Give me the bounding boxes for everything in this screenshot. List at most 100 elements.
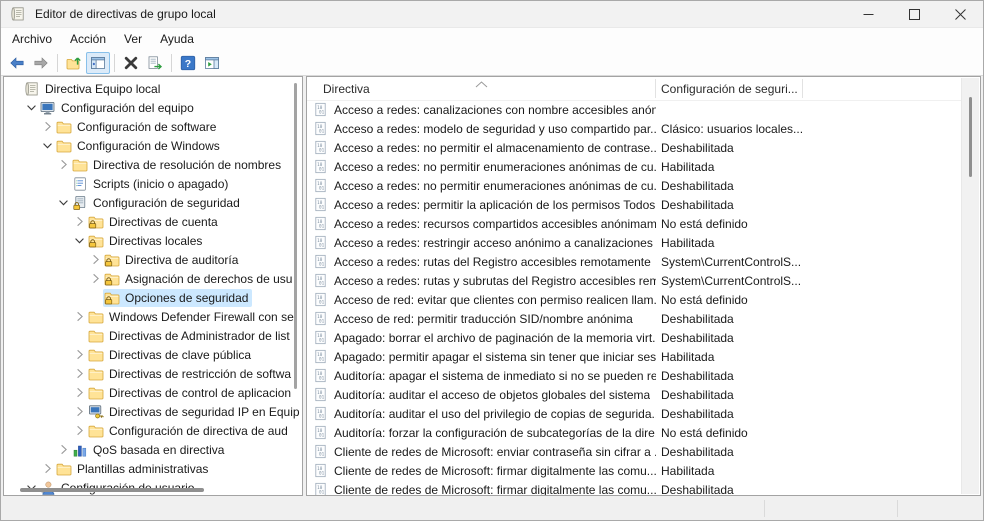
policy-row[interactable]: 1001Acceso a redes: no permitir enumerac… xyxy=(307,157,962,176)
policy-row[interactable]: 1001Acceso de red: evitar que clientes c… xyxy=(307,290,962,309)
column-divider[interactable] xyxy=(802,79,803,98)
chevron-right-icon[interactable] xyxy=(72,214,87,229)
maximize-button[interactable] xyxy=(891,1,937,27)
tree-item-body[interactable]: Windows Defender Firewall con se xyxy=(87,308,298,326)
policy-row[interactable]: 1001Auditoría: auditar el uso del privil… xyxy=(307,404,962,423)
tree-item[interactable]: Directiva Equipo local xyxy=(4,79,302,98)
tree-item-body[interactable]: Directivas de seguridad IP en Equip xyxy=(87,403,302,421)
column-header-directiva[interactable]: Directiva xyxy=(323,82,370,96)
tree-item-body[interactable]: Directivas de Administrador de list xyxy=(87,327,294,345)
policy-row[interactable]: 1001Cliente de redes de Microsoft: firma… xyxy=(307,461,962,480)
forward-icon[interactable] xyxy=(29,52,53,74)
chevron-right-icon[interactable] xyxy=(88,271,103,286)
policy-row[interactable]: 1001Auditoría: auditar el acceso de obje… xyxy=(307,385,962,404)
show-action-pane-icon[interactable] xyxy=(200,52,224,74)
tree-item-body[interactable]: Directiva de auditoría xyxy=(103,251,242,269)
chevron-down-icon[interactable] xyxy=(72,233,87,248)
tree-item-body[interactable]: Asignación de derechos de usu xyxy=(103,270,296,288)
tree-item-body[interactable]: Scripts (inicio o apagado) xyxy=(71,175,232,193)
chevron-right-icon[interactable] xyxy=(56,442,71,457)
tree-item-body[interactable]: Directivas locales xyxy=(87,232,206,250)
policy-row[interactable]: 1001Cliente de redes de Microsoft: firma… xyxy=(307,480,962,495)
tree-item-body[interactable]: Directiva Equipo local xyxy=(23,80,164,98)
policy-row[interactable]: 1001Acceso a redes: canalizaciones con n… xyxy=(307,100,962,119)
tree-item[interactable]: Scripts (inicio o apagado) xyxy=(4,174,302,193)
tree-item[interactable]: Directivas de control de aplicacion xyxy=(4,383,302,402)
chevron-right-icon[interactable] xyxy=(40,119,55,134)
tree-item-body[interactable]: Directiva de resolución de nombres xyxy=(71,156,285,174)
chevron-right-icon[interactable] xyxy=(72,423,87,438)
tree-item-body[interactable]: Plantillas administrativas xyxy=(55,460,212,478)
tree-horizontal-scrollbar[interactable] xyxy=(20,488,204,492)
menu-archivo[interactable]: Archivo xyxy=(3,30,61,48)
tree-item[interactable]: Configuración de Windows xyxy=(4,136,302,155)
policy-row[interactable]: 1001Acceso a redes: no permitir enumerac… xyxy=(307,176,962,195)
chevron-right-icon[interactable] xyxy=(56,157,71,172)
policy-row[interactable]: 1001Acceso a redes: recursos compartidos… xyxy=(307,214,962,233)
policy-row[interactable]: 1001Acceso a redes: rutas y subrutas del… xyxy=(307,271,962,290)
close-button[interactable] xyxy=(937,1,983,27)
tree-item[interactable]: Directivas locales xyxy=(4,231,302,250)
tree-item[interactable]: Directivas de cuenta xyxy=(4,212,302,231)
tree-item[interactable]: Directivas de clave pública xyxy=(4,345,302,364)
list-scrollbar-thumb[interactable] xyxy=(969,97,972,177)
chevron-right-icon[interactable] xyxy=(40,461,55,476)
policy-row[interactable]: 1001Auditoría: forzar la configuración d… xyxy=(307,423,962,442)
tree-item[interactable]: Configuración de software xyxy=(4,117,302,136)
tree-item-body[interactable]: Directivas de cuenta xyxy=(87,213,222,231)
menu-ver[interactable]: Ver xyxy=(115,30,151,48)
tree-item[interactable]: Configuración del equipo xyxy=(4,98,302,117)
policy-row[interactable]: 1001Apagado: borrar el archivo de pagina… xyxy=(307,328,962,347)
tree-item-body[interactable]: Directivas de restricción de softwa xyxy=(87,365,295,383)
tree-item[interactable]: Directiva de auditoría xyxy=(4,250,302,269)
tree-item-body[interactable]: Directivas de control de aplicacion xyxy=(87,384,295,402)
policy-row[interactable]: 1001Acceso a redes: permitir la aplicaci… xyxy=(307,195,962,214)
chevron-right-icon[interactable] xyxy=(72,366,87,381)
column-header-configuracion[interactable]: Configuración de seguri... xyxy=(661,82,798,96)
tree-item[interactable]: Configuración de directiva de aud xyxy=(4,421,302,440)
tree-item[interactable]: Configuración de seguridad xyxy=(4,193,302,212)
tree-item[interactable]: QoS basada en directiva xyxy=(4,440,302,459)
chevron-right-icon[interactable] xyxy=(88,252,103,267)
tree-item[interactable]: Configuración de usuario xyxy=(4,478,302,495)
chevron-right-icon[interactable] xyxy=(72,347,87,362)
chevron-right-icon[interactable] xyxy=(72,385,87,400)
tree-item[interactable]: Directiva de resolución de nombres xyxy=(4,155,302,174)
menu-accion[interactable]: Acción xyxy=(61,30,115,48)
list-scrollbar-track[interactable] xyxy=(961,78,979,494)
tree-item[interactable]: Opciones de seguridad xyxy=(4,288,302,307)
policy-row[interactable]: 1001Acceso a redes: restringir acceso an… xyxy=(307,233,962,252)
chevron-right-icon[interactable] xyxy=(72,309,87,324)
tree-item-body[interactable]: Directivas de clave pública xyxy=(87,346,255,364)
tree-item[interactable]: Directivas de seguridad IP en Equip xyxy=(4,402,302,421)
policy-row[interactable]: 1001Auditoría: apagar el sistema de inme… xyxy=(307,366,962,385)
tree-item-body[interactable]: Configuración del equipo xyxy=(39,99,198,117)
chevron-down-icon[interactable] xyxy=(40,138,55,153)
tree-item-body[interactable]: Configuración de seguridad xyxy=(71,194,244,212)
tree-item-body[interactable]: QoS basada en directiva xyxy=(71,441,228,459)
help-icon[interactable]: ? xyxy=(176,52,200,74)
policy-row[interactable]: 1001Acceso a redes: no permitir el almac… xyxy=(307,138,962,157)
tree-item-body[interactable]: Configuración de directiva de aud xyxy=(87,422,292,440)
tree-vertical-scrollbar[interactable] xyxy=(294,83,297,389)
tree-item-body[interactable]: Configuración de software xyxy=(55,118,220,136)
menu-ayuda[interactable]: Ayuda xyxy=(151,30,203,48)
chevron-right-icon[interactable] xyxy=(72,404,87,419)
tree-item[interactable]: Directivas de restricción de softwa xyxy=(4,364,302,383)
column-divider[interactable] xyxy=(655,79,656,98)
up-one-level-icon[interactable] xyxy=(62,52,86,74)
back-icon[interactable] xyxy=(5,52,29,74)
policy-row[interactable]: 1001Apagado: permitir apagar el sistema … xyxy=(307,347,962,366)
minimize-button[interactable] xyxy=(845,1,891,27)
chevron-down-icon[interactable] xyxy=(24,100,39,115)
chevron-down-icon[interactable] xyxy=(56,195,71,210)
tree-item[interactable]: Windows Defender Firewall con se xyxy=(4,307,302,326)
policy-row[interactable]: 1001Acceso de red: permitir traducción S… xyxy=(307,309,962,328)
tree-item[interactable]: Asignación de derechos de usu xyxy=(4,269,302,288)
tree-item-body[interactable]: Configuración de usuario xyxy=(39,479,198,496)
delete-icon[interactable] xyxy=(119,52,143,74)
tree-item[interactable]: Directivas de Administrador de list xyxy=(4,326,302,345)
tree-item-body[interactable]: Configuración de Windows xyxy=(55,137,224,155)
export-list-icon[interactable] xyxy=(143,52,167,74)
show-console-tree-icon[interactable] xyxy=(86,52,110,74)
